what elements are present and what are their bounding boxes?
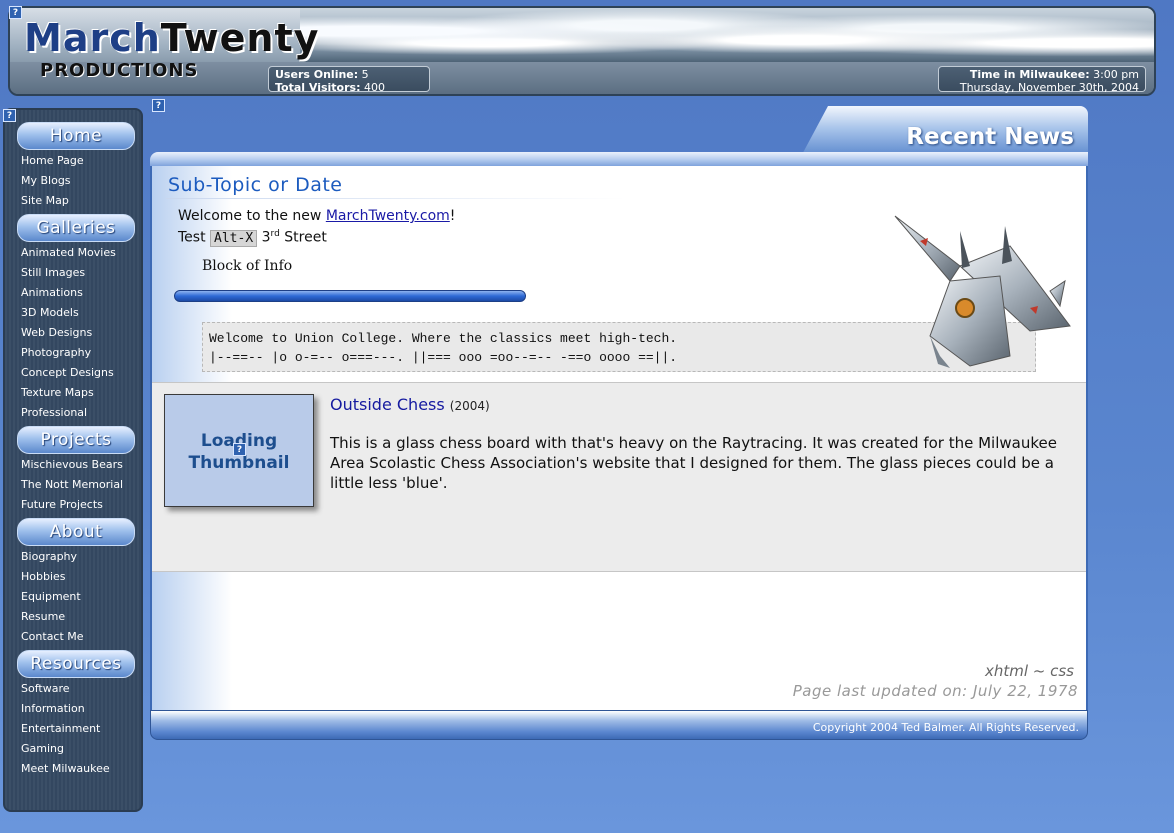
sidebar-item-mischievous-bears[interactable]: Mischievous Bears bbox=[21, 458, 123, 471]
main-panel: Recent News Sub-Topic or Date Welcome to… bbox=[150, 106, 1088, 742]
subtopic-divider bbox=[166, 198, 626, 199]
panel-top-bar bbox=[150, 152, 1088, 166]
sidebar-item-web-designs[interactable]: Web Designs bbox=[21, 326, 92, 339]
sidebar-item-equipment[interactable]: Equipment bbox=[21, 590, 81, 603]
users-online-value: 5 bbox=[361, 68, 369, 81]
sidebar-item-hobbies[interactable]: Hobbies bbox=[21, 570, 66, 583]
footer-bar: Copyright 2004 Ted Balmer. All Rights Re… bbox=[150, 710, 1088, 740]
time-label: Time in Milwaukee: bbox=[969, 68, 1090, 81]
spaceship-image bbox=[894, 215, 1071, 368]
test-number: 3 bbox=[261, 229, 271, 246]
sidebar-nav: Home Home Page My Blogs Site Map Galleries An… bbox=[3, 108, 143, 812]
gallery-item: Loading Thumbnail ? Outside Chess (2004)… bbox=[152, 382, 1086, 572]
sidebar-item-texture-maps[interactable]: Texture Maps bbox=[21, 386, 94, 399]
sidebar-item-site-map[interactable]: Site Map bbox=[21, 194, 69, 207]
nav-section-resources[interactable]: Resources bbox=[17, 650, 135, 678]
sidebar-item-software[interactable]: Software bbox=[21, 682, 70, 695]
sidebar-item-my-blogs[interactable]: My Blogs bbox=[21, 174, 71, 187]
sidebar-item-information[interactable]: Information bbox=[21, 702, 85, 715]
site-logo[interactable]: MarchTwenty bbox=[24, 16, 319, 60]
total-visitors-label: Total Visitors: bbox=[275, 81, 361, 94]
sidebar-item-entertainment[interactable]: Entertainment bbox=[21, 722, 100, 735]
site-header: MarchTwenty PRODUCTIONS Users Online: 5 … bbox=[8, 6, 1156, 96]
date-value: Thursday, November 30th, 2004 bbox=[959, 81, 1139, 94]
sidebar-item-contact-me[interactable]: Contact Me bbox=[21, 630, 84, 643]
total-visitors-value: 400 bbox=[363, 81, 385, 94]
item-title[interactable]: Outside Chess (2004) bbox=[330, 395, 490, 414]
test-line: Test Alt-X 3rd Street bbox=[178, 229, 327, 247]
marchtwenty-link[interactable]: MarchTwenty.com bbox=[326, 208, 450, 224]
code-line-2: |--==-- |o o-=-- o===---. ||=== ooo =oo-… bbox=[209, 350, 678, 365]
visitor-stats: Users Online: 5 Total Visitors: 400 bbox=[268, 66, 430, 94]
sidebar-item-resume[interactable]: Resume bbox=[21, 610, 65, 623]
item-year: (2004) bbox=[449, 399, 490, 413]
logo-word-march: March bbox=[24, 16, 161, 60]
keyboard-shortcut: Alt-X bbox=[210, 229, 258, 247]
sidebar-item-professional[interactable]: Professional bbox=[21, 406, 87, 419]
question-icon: ? bbox=[233, 443, 246, 456]
users-online-label: Users Online: bbox=[275, 68, 359, 81]
question-icon: ? bbox=[3, 109, 16, 122]
test-suffix: Street bbox=[279, 229, 327, 246]
last-updated: Page last updated on: July 22, 1978 bbox=[792, 682, 1078, 700]
sidebar-item-biography[interactable]: Biography bbox=[21, 550, 77, 563]
sidebar-item-concept-designs[interactable]: Concept Designs bbox=[21, 366, 114, 379]
content-area: Sub-Topic or Date Welcome to the new Mar… bbox=[150, 166, 1088, 710]
tech-note: xhtml ~ css bbox=[984, 662, 1074, 680]
item-title-text: Outside Chess bbox=[330, 395, 445, 414]
sidebar-item-meet-milwaukee[interactable]: Meet Milwaukee bbox=[21, 762, 110, 775]
sidebar-item-still-images[interactable]: Still Images bbox=[21, 266, 85, 279]
time-box: Time in Milwaukee: 3:00 pm Thursday, Nov… bbox=[938, 66, 1146, 94]
question-icon: ? bbox=[9, 6, 22, 19]
time-value: 3:00 pm bbox=[1093, 68, 1139, 81]
nav-section-about[interactable]: About bbox=[17, 518, 135, 546]
logo-subtitle: PRODUCTIONS bbox=[40, 60, 199, 81]
sidebar-item-future-projects[interactable]: Future Projects bbox=[21, 498, 103, 511]
sidebar-item-home-page[interactable]: Home Page bbox=[21, 154, 84, 167]
item-description: This is a glass chess board with that's … bbox=[330, 434, 1057, 492]
sidebar-item-3d-models[interactable]: 3D Models bbox=[21, 306, 79, 319]
header-banner-image bbox=[300, 8, 1154, 66]
sidebar-item-animations[interactable]: Animations bbox=[21, 286, 83, 299]
welcome-text: Welcome to the new MarchTwenty.com! bbox=[178, 208, 455, 224]
sidebar-item-the-nott-memorial[interactable]: The Nott Memorial bbox=[21, 478, 123, 491]
recent-news-title: Recent News bbox=[906, 124, 1074, 150]
progress-bar bbox=[174, 290, 526, 302]
test-ordinal: rd bbox=[270, 229, 280, 239]
nav-section-galleries[interactable]: Galleries bbox=[17, 214, 135, 242]
block-of-info: Block of Info bbox=[202, 258, 293, 274]
sidebar-item-photography[interactable]: Photography bbox=[21, 346, 91, 359]
sidebar-item-animated-movies[interactable]: Animated Movies bbox=[21, 246, 116, 259]
subtopic-heading: Sub-Topic or Date bbox=[168, 174, 343, 196]
test-prefix: Test bbox=[178, 229, 211, 246]
nav-section-projects[interactable]: Projects bbox=[17, 426, 135, 454]
welcome-suffix: ! bbox=[449, 208, 456, 224]
code-line-1: Welcome to Union College. Where the clas… bbox=[209, 331, 678, 346]
nav-section-home[interactable]: Home bbox=[17, 122, 135, 150]
copyright-text: Copyright 2004 Ted Balmer. All Rights Re… bbox=[812, 721, 1079, 734]
sidebar-item-gaming[interactable]: Gaming bbox=[21, 742, 64, 755]
logo-word-twenty: Twenty bbox=[160, 16, 320, 60]
welcome-prefix: Welcome to the new bbox=[178, 208, 326, 224]
